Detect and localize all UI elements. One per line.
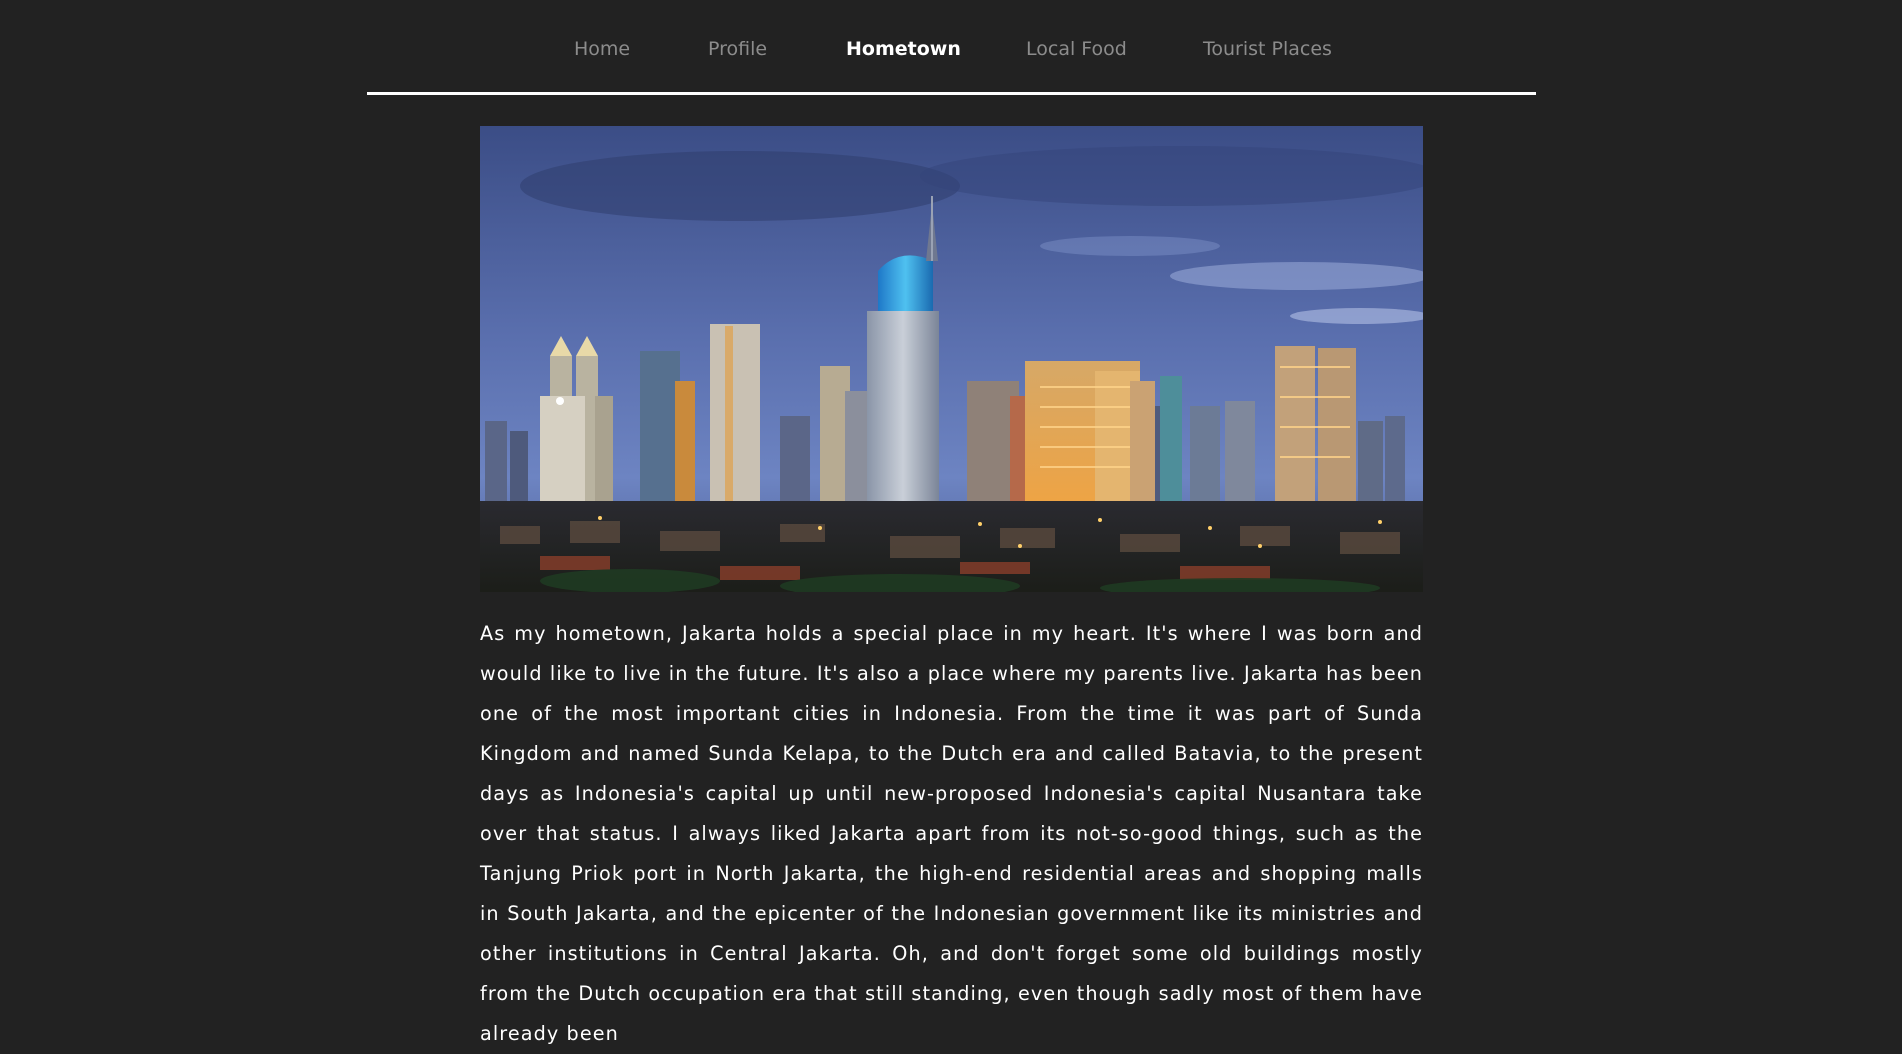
nav-link-profile[interactable]: Profile bbox=[708, 37, 767, 61]
jakarta-skyline-image bbox=[480, 126, 1423, 595]
nav-link-tourist-places[interactable]: Tourist Places bbox=[1203, 37, 1332, 61]
hometown-description: As my hometown, Jakarta holds a special … bbox=[480, 622, 1423, 1045]
nav-link-home[interactable]: Home bbox=[574, 37, 630, 61]
top-navigation: Home Profile Hometown Local Food Tourist… bbox=[367, 0, 1536, 95]
nav-link-local-food[interactable]: Local Food bbox=[1026, 37, 1127, 61]
nav-link-hometown[interactable]: Hometown bbox=[846, 37, 961, 61]
